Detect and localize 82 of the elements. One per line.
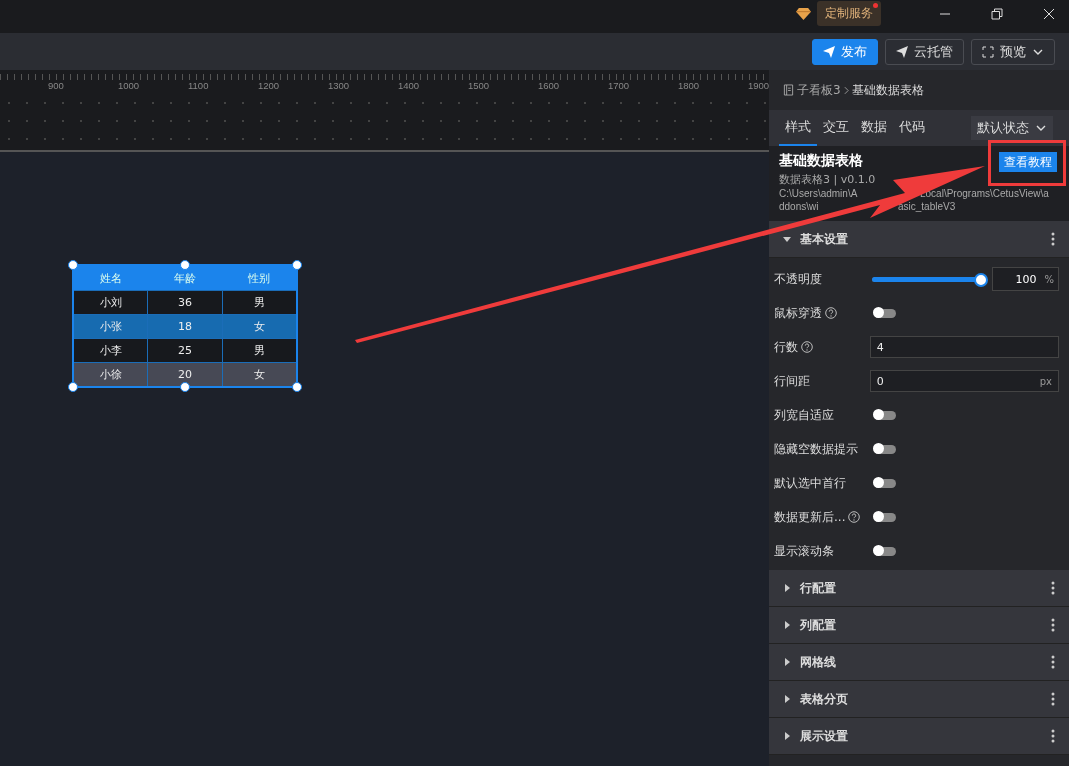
more-icon[interactable]: [1051, 729, 1055, 743]
component-version: 数据表格3 | v0.1.0: [779, 172, 876, 187]
column-header: 姓名: [99, 270, 123, 287]
setting-label: 行数: [774, 338, 798, 356]
resize-handle[interactable]: [180, 260, 190, 270]
help-icon[interactable]: [848, 511, 861, 523]
component-title: 基础数据表格: [779, 152, 864, 170]
resize-handle[interactable]: [292, 260, 302, 270]
table-cell-text: 小徐: [98, 367, 123, 383]
column-header: 性别: [247, 270, 271, 287]
more-icon[interactable]: [1051, 655, 1055, 669]
setting-label: 显示滚动条: [774, 542, 834, 560]
close-icon[interactable]: [1043, 7, 1055, 20]
opacity-input[interactable]: 100 %: [992, 267, 1059, 291]
section-header[interactable]: 行配置: [769, 570, 1069, 607]
toggle-switch[interactable]: [874, 444, 896, 454]
custom-service-button[interactable]: 定制服务: [817, 1, 881, 26]
board-icon: [783, 84, 794, 96]
toggle-switch[interactable]: [874, 478, 896, 488]
breadcrumb-link[interactable]: 子看板3: [797, 81, 841, 99]
ruler-label: 900: [48, 80, 65, 91]
view-tutorial-button[interactable]: 查看教程: [999, 152, 1057, 172]
ruler-label: 1000: [118, 80, 141, 91]
cloud-hosting-button[interactable]: 云托管: [885, 38, 964, 65]
resize-handle[interactable]: [180, 382, 190, 392]
chevron-icon: [843, 85, 849, 95]
resize-handle[interactable]: [292, 382, 302, 392]
ruler-label: 1800: [678, 80, 701, 91]
breadcrumb-current: 基础数据表格: [851, 81, 924, 99]
section-header[interactable]: 展示设置: [769, 718, 1069, 755]
toggle-switch[interactable]: [874, 308, 896, 318]
restore-icon[interactable]: [991, 7, 1003, 20]
publish-button[interactable]: 发布: [812, 38, 878, 65]
panel-tab[interactable]: 数据: [855, 110, 893, 146]
panel-tab[interactable]: 代码: [893, 110, 931, 146]
file-path-text: Local\Programs\CetusView\a: [920, 187, 1049, 200]
more-icon[interactable]: [1051, 692, 1055, 706]
preview-button[interactable]: 预览: [971, 38, 1055, 65]
setting-label: 不透明度: [774, 270, 822, 288]
ruler-label: 1700: [608, 80, 631, 91]
send-icon: [896, 45, 908, 58]
file-path-text: asic_tableV3: [898, 200, 956, 213]
more-icon[interactable]: [1051, 232, 1055, 246]
section-header[interactable]: 列配置: [769, 607, 1069, 644]
panel-tab[interactable]: 交互: [817, 110, 855, 146]
table-cell-text: 小李: [98, 343, 123, 359]
file-path-text: C:\Users\admin\A: [779, 187, 859, 200]
toggle-switch[interactable]: [874, 410, 896, 420]
setting-label: 隐藏空数据提示: [774, 440, 858, 458]
setting-label: 鼠标穿透: [774, 304, 822, 322]
input-field[interactable]: 4: [869, 336, 1059, 358]
ruler-label: 1600: [538, 80, 561, 91]
setting-label: 列宽自适应: [774, 406, 834, 424]
column-header: 年龄: [173, 270, 197, 287]
resize-handle[interactable]: [68, 382, 78, 392]
help-icon[interactable]: [801, 341, 813, 353]
ruler-label: 1200: [258, 80, 281, 91]
setting-label: 数据更新后...: [774, 508, 846, 526]
toggle-switch[interactable]: [874, 546, 896, 556]
setting-label: 默认选中首行: [774, 474, 846, 492]
more-icon[interactable]: [1051, 618, 1055, 632]
fullscreen-icon: [982, 45, 994, 58]
file-path-text: ddons\wi: [779, 200, 820, 213]
ruler-label: 1100: [188, 80, 210, 91]
input-field[interactable]: 0 px: [869, 370, 1059, 392]
section-header[interactable]: 基本设置: [769, 221, 1069, 258]
section-header[interactable]: 表格分页: [769, 681, 1069, 718]
table-cell-text: 小张: [98, 319, 123, 335]
table-cell-text: 小刘: [98, 295, 123, 311]
help-icon[interactable]: [825, 307, 837, 319]
more-icon[interactable]: [1051, 581, 1055, 595]
ruler-label: 1400: [398, 80, 421, 91]
send-icon: [823, 45, 835, 58]
diamond-icon: [796, 7, 811, 20]
setting-label: 行间距: [774, 372, 810, 390]
ruler-label: 1900: [748, 80, 769, 91]
state-select[interactable]: 默认状态: [971, 116, 1053, 140]
resize-handle[interactable]: [68, 260, 78, 270]
ruler-label: 1500: [468, 80, 491, 91]
section-header[interactable]: 网格线: [769, 644, 1069, 681]
ruler-label: 1300: [328, 80, 351, 91]
toggle-switch[interactable]: [874, 512, 896, 522]
